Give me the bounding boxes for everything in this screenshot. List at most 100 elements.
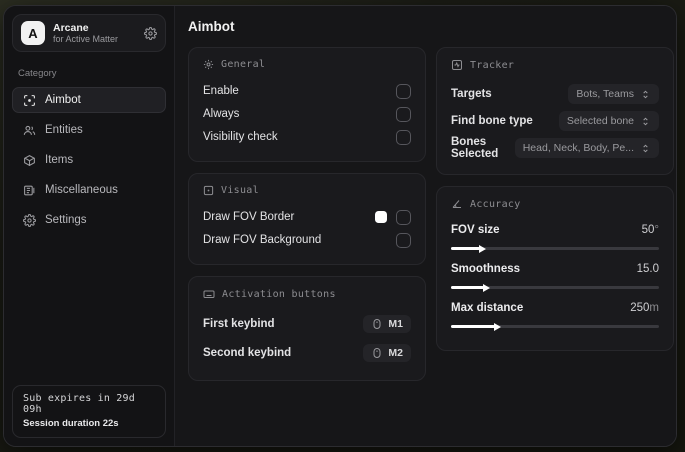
sidebar-item-miscellaneous[interactable]: Miscellaneous (12, 177, 166, 203)
setting-label: Enable (203, 85, 239, 97)
first-keybind-button[interactable]: M1 (363, 315, 411, 333)
max-distance-slider[interactable] (451, 322, 659, 331)
enable-checkbox[interactable] (396, 83, 411, 99)
page-title: Aimbot (188, 19, 235, 34)
section-title: Tracker (470, 59, 515, 71)
slider-unit: m (649, 302, 659, 314)
slider-value: 15.0 (636, 263, 659, 275)
sidebar-item-items[interactable]: Items (12, 147, 166, 173)
slider-fill (451, 244, 487, 253)
sidebar-item-label: Miscellaneous (45, 184, 118, 196)
second-keybind-button[interactable]: M2 (363, 344, 411, 362)
app-logo: A (21, 21, 45, 45)
setting-row-draw-fov-border: Draw FOV Border (203, 206, 411, 228)
setting-label: Find bone type (451, 115, 533, 127)
section-title: General (221, 59, 266, 70)
fov-size-slider-group: FOV size 50° (451, 220, 659, 253)
setting-row-always: Always (203, 103, 411, 125)
frame-icon (203, 185, 214, 196)
mouse-icon (371, 318, 383, 330)
bones-selected-dropdown[interactable]: Head, Neck, Body, Pe... (514, 138, 659, 158)
dropdown-value: Selected bone (566, 115, 634, 127)
app-name: Arcane (53, 21, 89, 34)
activity-icon (451, 59, 463, 71)
sidebar: A Arcane for Active Matter Category Aimb… (4, 6, 174, 446)
visual-card: Visual Draw FOV Border Draw FOV Backgrou… (188, 173, 426, 265)
setting-row-second-keybind: Second keybind M2 (203, 339, 411, 367)
setting-row-first-keybind: First keybind M1 (203, 310, 411, 338)
slider-value: 250 (630, 302, 650, 314)
main-content: Aimbot General Enable Always Visibility … (174, 6, 676, 446)
slider-fill (451, 322, 501, 331)
setting-row-draw-fov-background: Draw FOV Background (203, 229, 411, 251)
setting-row-targets: Targets Bots, Teams (451, 81, 659, 107)
keybind-value: M2 (388, 347, 403, 359)
sidebar-item-entities[interactable]: Entities (12, 117, 166, 143)
right-column: Tracker Targets Bots, Teams Find bone ty… (436, 47, 674, 351)
targets-dropdown[interactable]: Bots, Teams (568, 84, 659, 104)
activation-card-header: Activation buttons (203, 288, 411, 300)
gear-icon[interactable] (144, 26, 157, 40)
setting-row-find-bone-type: Find bone type Selected bone (451, 108, 659, 134)
sidebar-item-label: Items (45, 154, 74, 166)
draw-fov-border-checkbox[interactable] (396, 209, 411, 225)
crosshair-icon (23, 94, 36, 107)
slider-fill (451, 283, 491, 292)
tracker-card: Tracker Targets Bots, Teams Find bone ty… (436, 47, 674, 175)
expand-icon (640, 116, 651, 127)
activation-buttons-card: Activation buttons First keybind M1 Seco… (188, 276, 426, 381)
category-label: Category (18, 68, 57, 79)
tracker-card-header: Tracker (451, 59, 659, 71)
sidebar-item-aimbot[interactable]: Aimbot (12, 87, 166, 113)
slider-label: Max distance (451, 302, 524, 314)
slider-thumb[interactable] (483, 283, 491, 292)
slider-thumb[interactable] (493, 322, 501, 331)
find-bone-type-dropdown[interactable]: Selected bone (558, 111, 659, 131)
app-window: A Arcane for Active Matter Category Aimb… (3, 5, 677, 447)
gear-icon (23, 213, 36, 227)
fov-border-color-swatch[interactable] (375, 211, 387, 223)
smoothness-slider[interactable] (451, 283, 659, 292)
brand-card: A Arcane for Active Matter (12, 14, 166, 52)
slider-value: 50 (641, 224, 655, 236)
draw-fov-background-checkbox[interactable] (396, 232, 411, 248)
always-checkbox[interactable] (396, 106, 411, 122)
fov-size-slider[interactable] (451, 244, 659, 253)
angle-icon (451, 198, 463, 210)
max-distance-slider-group: Max distance 250m (451, 298, 659, 331)
subscription-status-card: Sub expires in 29d 09h Session duration … (12, 385, 166, 438)
expand-icon (640, 143, 651, 154)
section-title: Accuracy (470, 198, 521, 210)
list-icon (23, 184, 36, 197)
setting-row-visibility-check: Visibility check (203, 126, 411, 148)
keyboard-icon (203, 288, 215, 300)
setting-label: Second keybind (203, 347, 292, 359)
sidebar-item-settings[interactable]: Settings (12, 207, 166, 233)
accuracy-card-header: Accuracy (451, 198, 659, 210)
accuracy-card: Accuracy FOV size 50° Smoothness 15.0 Ma… (436, 186, 674, 351)
expand-icon (640, 89, 651, 100)
sidebar-item-label: Aimbot (45, 94, 81, 106)
smoothness-slider-group: Smoothness 15.0 (451, 259, 659, 292)
section-title: Visual (221, 185, 259, 196)
dropdown-value: Head, Neck, Body, Pe... (522, 142, 634, 154)
slider-thumb[interactable] (479, 244, 487, 253)
setting-label: Visibility check (203, 131, 278, 143)
cube-icon (23, 154, 36, 167)
general-card: General Enable Always Visibility check (188, 47, 426, 162)
users-icon (23, 124, 36, 137)
setting-label: Draw FOV Background (203, 234, 322, 246)
setting-row-bones-selected: Bones Selected Head, Neck, Body, Pe... (451, 135, 659, 161)
sub-expires-text: Sub expires in 29d 09h (23, 393, 135, 415)
slider-label: Smoothness (451, 263, 521, 275)
left-column: General Enable Always Visibility check V… (188, 47, 426, 381)
visibility-check-checkbox[interactable] (396, 129, 411, 145)
gear-small-icon (203, 59, 214, 70)
setting-label: Targets (451, 88, 492, 100)
keybind-value: M1 (388, 318, 403, 330)
slider-unit: ° (654, 224, 659, 236)
visual-card-header: Visual (203, 185, 411, 196)
sidebar-item-label: Settings (45, 214, 87, 226)
setting-row-enable: Enable (203, 80, 411, 102)
slider-label: FOV size (451, 224, 500, 236)
